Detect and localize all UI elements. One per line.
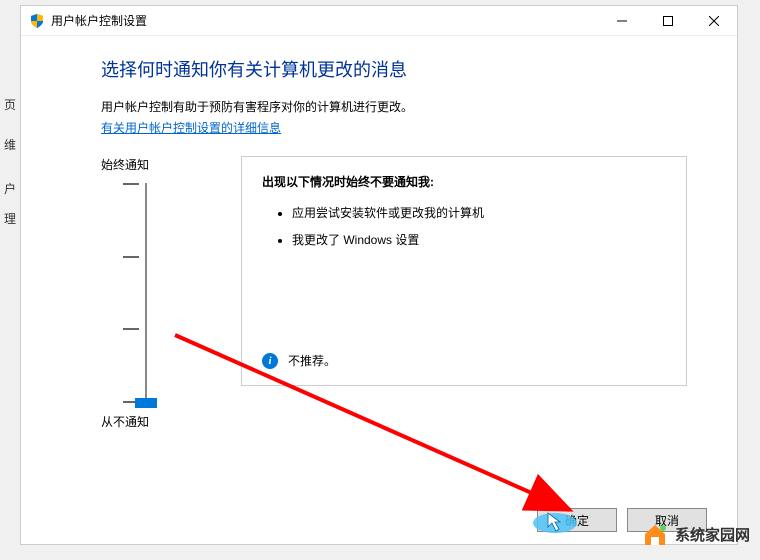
- info-footer-text: 不推荐。: [288, 352, 336, 369]
- list-item: 我更改了 Windows 设置: [292, 231, 666, 248]
- slider-label-top: 始终通知: [101, 156, 149, 173]
- shield-icon: [29, 13, 45, 29]
- slider-tick: [123, 328, 139, 330]
- content-area: 选择何时通知你有关计算机更改的消息 用户帐户控制有助于预防有害程序对你的计算机进…: [21, 36, 737, 430]
- info-box: 出现以下情况时始终不要通知我: 应用尝试安装软件或更改我的计算机 我更改了 Wi…: [241, 156, 687, 386]
- description-text: 用户帐户控制有助于预防有害程序对你的计算机进行更改。: [101, 98, 687, 115]
- info-list: 应用尝试安装软件或更改我的计算机 我更改了 Windows 设置: [262, 204, 666, 258]
- info-icon: i: [262, 353, 278, 369]
- ok-button[interactable]: 确定: [537, 508, 617, 532]
- watermark-text: 系统家园网: [675, 524, 750, 545]
- uac-settings-window: 用户帐户控制设置 选择何时通知你有关计算机更改的消息 用户帐户控制有助于预防有害…: [20, 5, 738, 545]
- notification-slider[interactable]: [116, 183, 176, 403]
- page-fragment-left: 页 维 户 理: [4, 90, 16, 234]
- page-title: 选择何时通知你有关计算机更改的消息: [101, 56, 687, 82]
- slider-label-bottom: 从不通知: [101, 413, 149, 430]
- slider-tick: [123, 183, 139, 185]
- maximize-button[interactable]: [645, 6, 691, 36]
- details-link[interactable]: 有关用户帐户控制设置的详细信息: [101, 119, 281, 136]
- window-controls: [599, 6, 737, 36]
- window-title: 用户帐户控制设置: [51, 12, 599, 29]
- watermark: 系统家园网: [641, 520, 750, 548]
- titlebar: 用户帐户控制设置: [21, 6, 737, 36]
- minimize-button[interactable]: [599, 6, 645, 36]
- list-item: 应用尝试安装软件或更改我的计算机: [292, 204, 666, 221]
- close-button[interactable]: [691, 6, 737, 36]
- info-title: 出现以下情况时始终不要通知我:: [262, 173, 666, 190]
- slider-tick: [123, 256, 139, 258]
- slider-column: 始终通知 从不通知: [101, 156, 191, 430]
- slider-track: [145, 183, 147, 403]
- house-icon: [641, 520, 669, 548]
- info-footer: i 不推荐。: [262, 352, 666, 369]
- slider-thumb[interactable]: [135, 398, 157, 408]
- main-area: 始终通知 从不通知 出现以下情况时始终不要通知我: 应用尝试安装软件或更改我的计…: [101, 156, 687, 430]
